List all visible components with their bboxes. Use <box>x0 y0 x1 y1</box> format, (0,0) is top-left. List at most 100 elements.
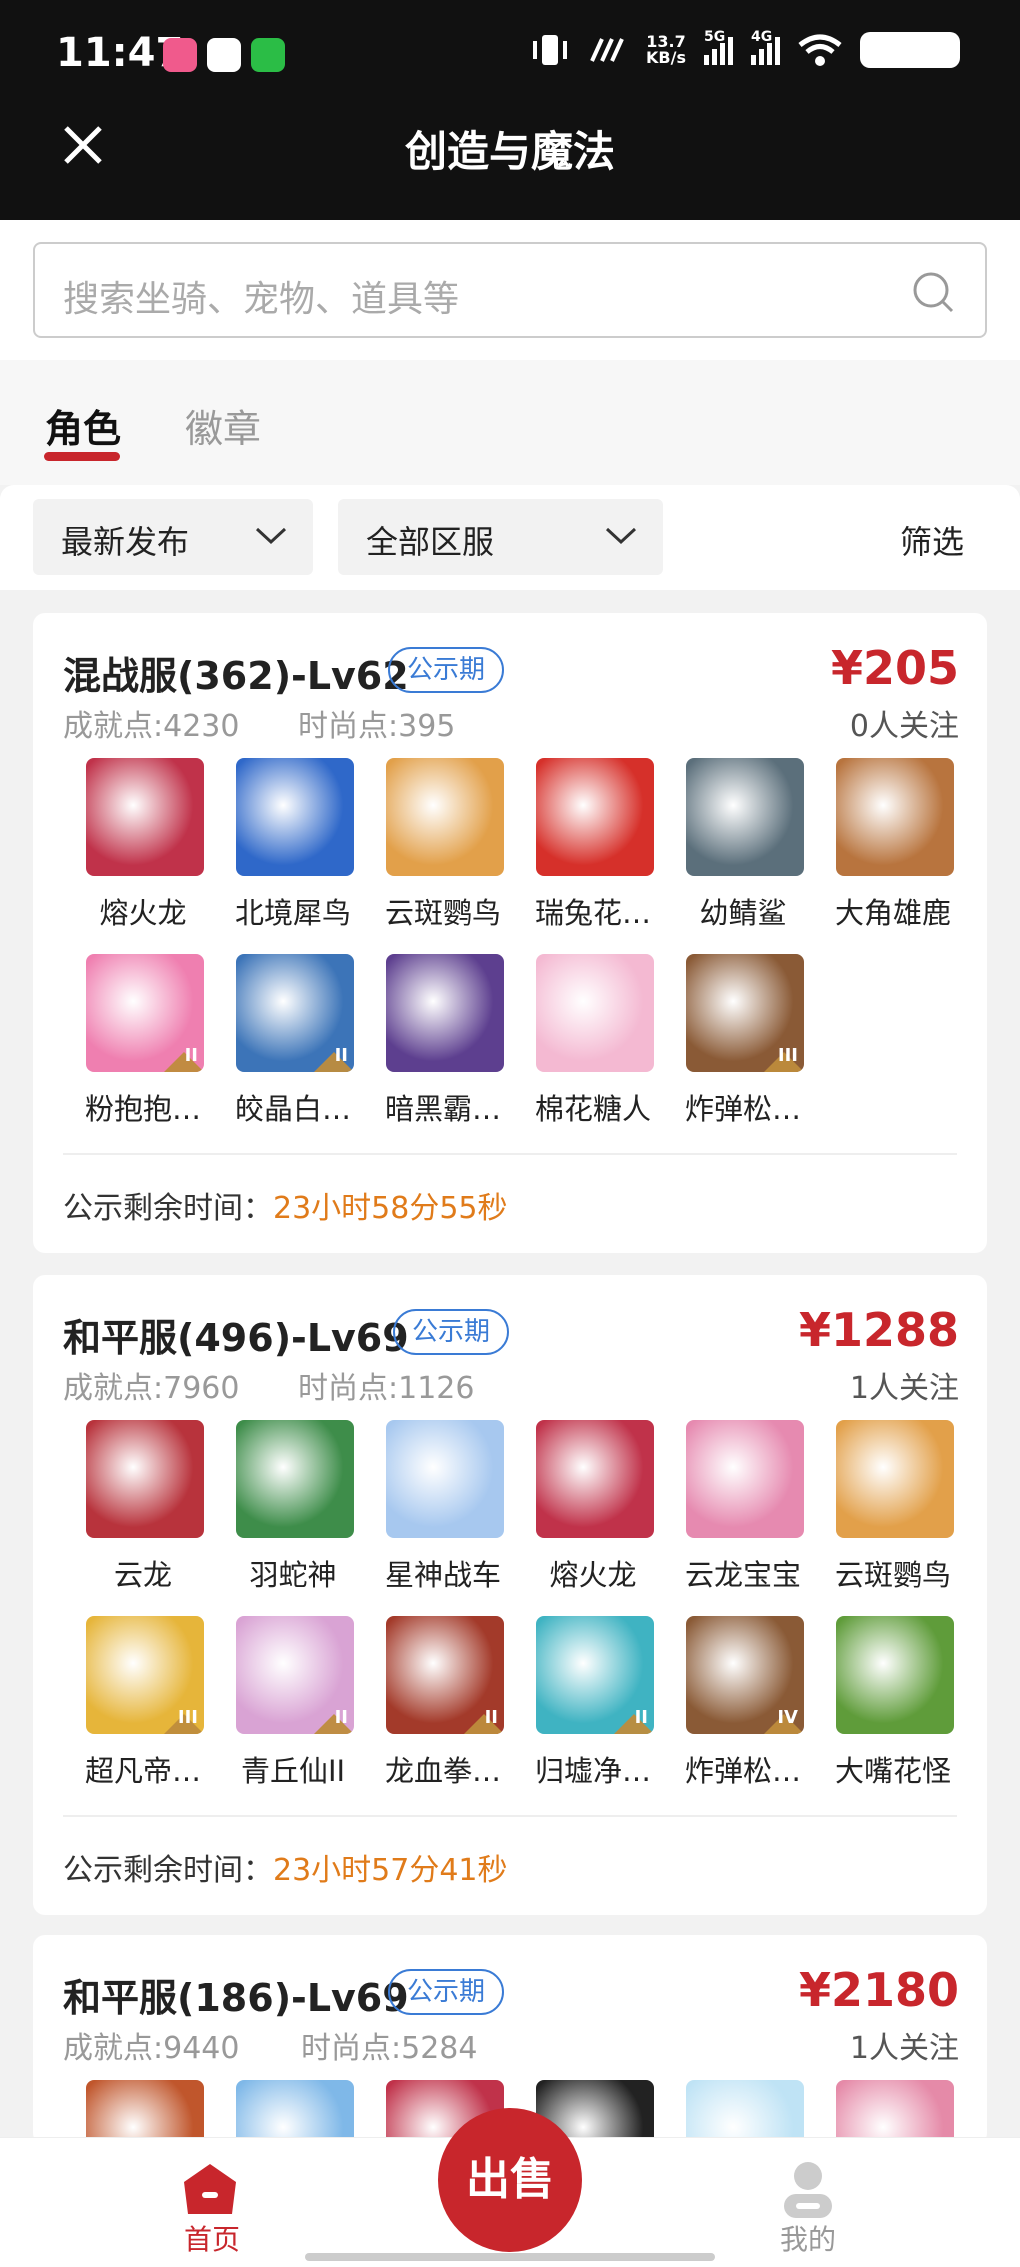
tier-label: III <box>777 1045 798 1066</box>
tab-badge[interactable]: 徽章 <box>185 398 261 453</box>
item-thumbnail[interactable]: 北境犀鸟 <box>208 758 358 948</box>
item-name: 炸弹松… <box>684 1754 801 1788</box>
item-name: 棉花糖人 <box>534 1092 651 1126</box>
search-input[interactable]: 搜索坐骑、宠物、道具等 <box>33 242 987 338</box>
status-badge: 公示期 <box>388 1969 505 2015</box>
item-thumbnail[interactable]: 羽蛇神 <box>208 1420 358 1610</box>
item-image <box>386 954 504 1072</box>
tier-label: IV <box>777 1707 798 1728</box>
achievement-value: 7960 <box>163 1371 240 1406</box>
wechat-icon <box>251 38 285 72</box>
profile-icon[interactable] <box>780 2160 836 2220</box>
listing-card[interactable]: 混战服(362)-Lv62 公示期 ¥205 0人关注 成就点:4230 时尚点… <box>33 613 987 1253</box>
item-thumbnail[interactable] <box>658 2080 808 2145</box>
item-thumbnail[interactable]: 熔火龙 <box>58 758 208 948</box>
nav-home-label[interactable]: 首页 <box>184 2218 240 2258</box>
item-thumbnail[interactable]: 棉花糖人 <box>508 954 658 1144</box>
chevron-down-icon <box>255 527 287 545</box>
item-image: II <box>236 954 354 1072</box>
fashion-label: 时尚点: <box>298 709 399 744</box>
item-image <box>86 758 204 876</box>
item-thumbnail[interactable]: III 超凡帝… <box>58 1616 208 1806</box>
item-thumbnail[interactable]: IV 炸弹松… <box>658 1616 808 1806</box>
filter-bar: 最新发布 全部区服 筛选 <box>0 485 1020 590</box>
item-name: 星神战车 <box>384 1558 501 1592</box>
sort-dropdown[interactable]: 最新发布 <box>33 499 313 575</box>
item-image <box>236 1420 354 1538</box>
item-name: 炸弹松… <box>684 1092 801 1126</box>
item-image: IV <box>686 1616 804 1734</box>
listing-card[interactable]: 和平服(496)-Lv69 公示期 ¥1288 1人关注 成就点:7960 时尚… <box>33 1275 987 1915</box>
filter-button[interactable]: 筛选 <box>900 517 964 563</box>
item-thumbnail[interactable]: 幼鲭鲨 <box>658 758 808 948</box>
item-name: 超凡帝… <box>84 1754 201 1788</box>
listing-price: ¥1288 <box>798 1303 959 1357</box>
fashion-label: 时尚点: <box>298 1371 399 1406</box>
divider <box>63 1815 957 1817</box>
item-thumbnail[interactable] <box>808 2080 958 2145</box>
battery-icon <box>860 32 960 68</box>
listing-price: ¥2180 <box>798 1963 959 2017</box>
item-thumbnail[interactable]: 云斑鹦鸟 <box>808 1420 958 1610</box>
remaining-time-label: 公示剩余时间： <box>63 1191 273 1226</box>
item-thumbnail[interactable]: II 青丘仙II <box>208 1616 358 1806</box>
sort-dropdown-label: 最新发布 <box>61 523 190 561</box>
item-image <box>236 2080 354 2145</box>
item-name: 幼鲭鲨 <box>699 896 787 930</box>
item-image: II <box>86 954 204 1072</box>
item-name: 龙血拳… <box>384 1754 501 1788</box>
item-thumbnail[interactable]: 大嘴花怪 <box>808 1616 958 1806</box>
item-thumbnail[interactable]: II 皎晶白… <box>208 954 358 1144</box>
item-image <box>836 758 954 876</box>
item-thumbnail[interactable]: 云斑鹦鸟 <box>358 758 508 948</box>
vibrate-icon <box>533 35 568 65</box>
item-name: 粉抱抱… <box>84 1092 201 1126</box>
item-name: 云龙 <box>113 1558 172 1592</box>
item-thumbnail[interactable]: 大角雄鹿 <box>808 758 958 948</box>
item-name: 熔火龙 <box>99 896 187 930</box>
item-thumbnail[interactable]: 云龙 <box>58 1420 208 1610</box>
listing-title: 混战服(362)-Lv62 <box>63 654 409 698</box>
item-thumbnail[interactable]: II 粉抱抱… <box>58 954 208 1144</box>
follow-count: 1人关注 <box>849 1371 959 1406</box>
search-section: 搜索坐骑、宠物、道具等 <box>0 220 1020 360</box>
nfc-icon <box>590 38 624 62</box>
item-thumbnail[interactable]: II 归墟净… <box>508 1616 658 1806</box>
status-icons: 13.7 KB/s 5G 4G <box>530 29 960 68</box>
active-tab-indicator <box>44 452 120 461</box>
item-thumbnail[interactable] <box>208 2080 358 2145</box>
server-dropdown[interactable]: 全部区服 <box>338 499 663 575</box>
item-thumbnail[interactable]: 暗黑霸… <box>358 954 508 1144</box>
bottom-nav: 首页 出售 我的 <box>0 2108 1020 2267</box>
item-image: II <box>236 1616 354 1734</box>
tab-role[interactable]: 角色 <box>45 398 121 453</box>
item-image <box>236 758 354 876</box>
listing-price: ¥205 <box>830 641 959 695</box>
item-name: 云斑鹦鸟 <box>384 896 501 930</box>
sell-button[interactable]: 出售 <box>438 2108 582 2252</box>
item-thumbnail[interactable]: 熔火龙 <box>508 1420 658 1610</box>
item-image: II <box>386 1616 504 1734</box>
remaining-time: 公示剩余时间：23小时58分55秒 <box>63 1183 508 1227</box>
network-speed: 13.7 KB/s <box>646 34 686 66</box>
item-thumbnail[interactable]: 云龙宝宝 <box>658 1420 808 1610</box>
achievement-label: 成就点: <box>63 1371 164 1406</box>
countdown: 23小时57分41秒 <box>273 1853 508 1888</box>
item-thumbnail[interactable] <box>58 2080 208 2145</box>
item-image <box>536 1420 654 1538</box>
nav-me-label[interactable]: 我的 <box>780 2218 836 2258</box>
remaining-time-label: 公示剩余时间： <box>63 1853 273 1888</box>
chevron-down-icon <box>605 527 637 545</box>
item-thumbnail[interactable]: 星神战车 <box>358 1420 508 1610</box>
item-thumbnail[interactable]: III 炸弹松… <box>658 954 808 1144</box>
follow-count: 0人关注 <box>849 709 959 744</box>
item-thumbnail[interactable]: II 龙血拳… <box>358 1616 508 1806</box>
tier-label: II <box>184 1045 198 1066</box>
item-thumbnail[interactable]: 瑞兔花… <box>508 758 658 948</box>
fashion-points: 时尚点:395 <box>298 701 455 745</box>
home-icon[interactable] <box>180 2158 240 2218</box>
status-badge: 公示期 <box>393 1309 510 1355</box>
fashion-label: 时尚点: <box>301 2031 402 2066</box>
search-icon[interactable] <box>911 270 955 314</box>
divider <box>63 1153 957 1155</box>
